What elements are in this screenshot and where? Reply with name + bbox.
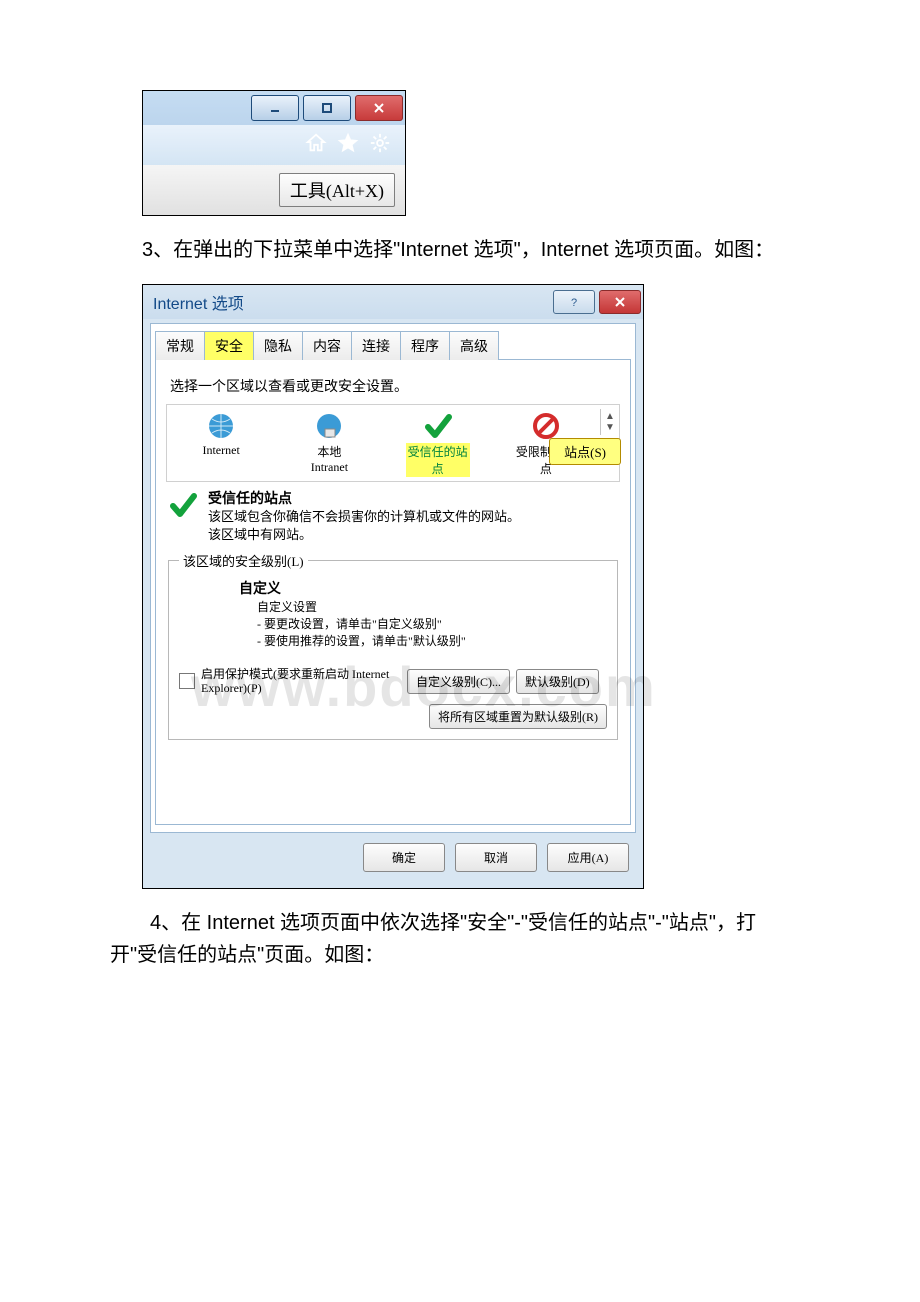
tab-content[interactable]: 内容 (302, 331, 352, 360)
apply-button[interactable]: 应用(A) (547, 843, 629, 872)
dialog-titlebar: Internet 选项 ? (143, 285, 643, 319)
dialog-title: Internet 选项 (153, 290, 244, 314)
ok-button[interactable]: 确定 (363, 843, 445, 872)
security-level-legend: 该区域的安全级别(L) (179, 551, 308, 570)
zone-label: Internet (202, 443, 239, 458)
custom-title: 自定义 (239, 578, 607, 598)
ie-window-chrome-screenshot: 工具(Alt+X) (142, 90, 406, 216)
zone-scrollbar[interactable]: ▲ ▼ (600, 409, 619, 435)
reset-all-zones-button[interactable]: 将所有区域重置为默认级别(R) (429, 704, 607, 729)
custom-subtitle: 自定义设置 (257, 598, 607, 615)
zone-label: 本地 Intranet (311, 443, 348, 475)
step-3-text: 3、在弹出的下拉菜单中选择"Internet 选项"，Internet 选项页面… (0, 234, 920, 266)
zone-detail-line-1: 该区域包含你确信不会损害你的计算机或文件的网站。 (208, 508, 520, 526)
globe-intranet-icon (275, 409, 383, 443)
minimize-button[interactable] (251, 95, 299, 121)
tools-menu-button[interactable]: 工具(Alt+X) (279, 173, 395, 207)
default-level-button[interactable]: 默认级别(D) (516, 669, 599, 694)
checkmark-large-icon (166, 488, 200, 520)
zone-local-intranet[interactable]: 本地 Intranet (275, 409, 383, 479)
tab-privacy[interactable]: 隐私 (253, 331, 303, 360)
zone-detail-line-2: 该区域中有网站。 (208, 526, 520, 544)
scroll-down-icon[interactable]: ▼ (605, 422, 615, 433)
close-button[interactable] (355, 95, 403, 121)
security-level-group: 该区域的安全级别(L) 自定义 自定义设置 - 要更改设置，请单击"自定义级别"… (168, 551, 618, 740)
protected-mode-label: 启用保护模式(要求重新启动 Internet Explorer)(P) (201, 667, 401, 696)
tab-connections[interactable]: 连接 (351, 331, 401, 360)
gear-icon[interactable] (369, 132, 391, 159)
favorites-icon[interactable] (337, 132, 359, 159)
custom-level-button[interactable]: 自定义级别(C)... (407, 669, 510, 694)
zone-internet[interactable]: Internet (167, 409, 275, 462)
help-button[interactable]: ? (553, 290, 595, 314)
dialog-body: www.bdocx.com 常规 安全 隐私 内容 连接 程序 高级 选择一个区… (150, 323, 636, 833)
custom-bullet-2: - 要使用推荐的设置，请单击"默认级别" (257, 632, 607, 649)
maximize-button[interactable] (303, 95, 351, 121)
zone-intro-text: 选择一个区域以查看或更改安全设置。 (170, 376, 620, 396)
dialog-footer: 确定 取消 应用(A) (143, 833, 643, 882)
security-tab-panel: 选择一个区域以查看或更改安全设置。 Internet 本地 Intranet (155, 359, 631, 825)
zone-label: 受信任的站 点 (406, 443, 470, 477)
tab-strip: 常规 安全 隐私 内容 连接 程序 高级 (155, 330, 631, 359)
sites-button[interactable]: 站点(S) (549, 438, 621, 465)
tab-advanced[interactable]: 高级 (449, 331, 499, 360)
tab-general[interactable]: 常规 (155, 331, 205, 360)
step-4-text: 4、在 Internet 选项页面中依次选择"安全"-"受信任的站点"-"站点"… (0, 907, 920, 971)
zone-detail: 受信任的站点 该区域包含你确信不会损害你的计算机或文件的网站。 该区域中有网站。 (166, 488, 620, 543)
protected-mode-checkbox[interactable] (179, 673, 195, 689)
internet-options-dialog: Internet 选项 ? www.bdocx.com 常规 安全 隐私 内容 … (142, 284, 644, 889)
ie-command-bar (143, 125, 405, 165)
dialog-close-button[interactable] (599, 290, 641, 314)
zone-detail-title: 受信任的站点 (208, 488, 520, 508)
cancel-button[interactable]: 取消 (455, 843, 537, 872)
globe-icon (167, 409, 275, 443)
home-icon[interactable] (305, 132, 327, 159)
tab-security[interactable]: 安全 (204, 331, 254, 360)
zone-trusted-sites[interactable]: 受信任的站 点 (384, 409, 492, 481)
ie-toolbar-row: 工具(Alt+X) (143, 165, 405, 215)
svg-text:?: ? (571, 297, 577, 308)
window-titlebar (143, 91, 405, 125)
custom-bullet-1: - 要更改设置，请单击"自定义级别" (257, 615, 607, 632)
tab-programs[interactable]: 程序 (400, 331, 450, 360)
scroll-up-icon[interactable]: ▲ (605, 411, 615, 422)
checkmark-icon (384, 409, 492, 443)
